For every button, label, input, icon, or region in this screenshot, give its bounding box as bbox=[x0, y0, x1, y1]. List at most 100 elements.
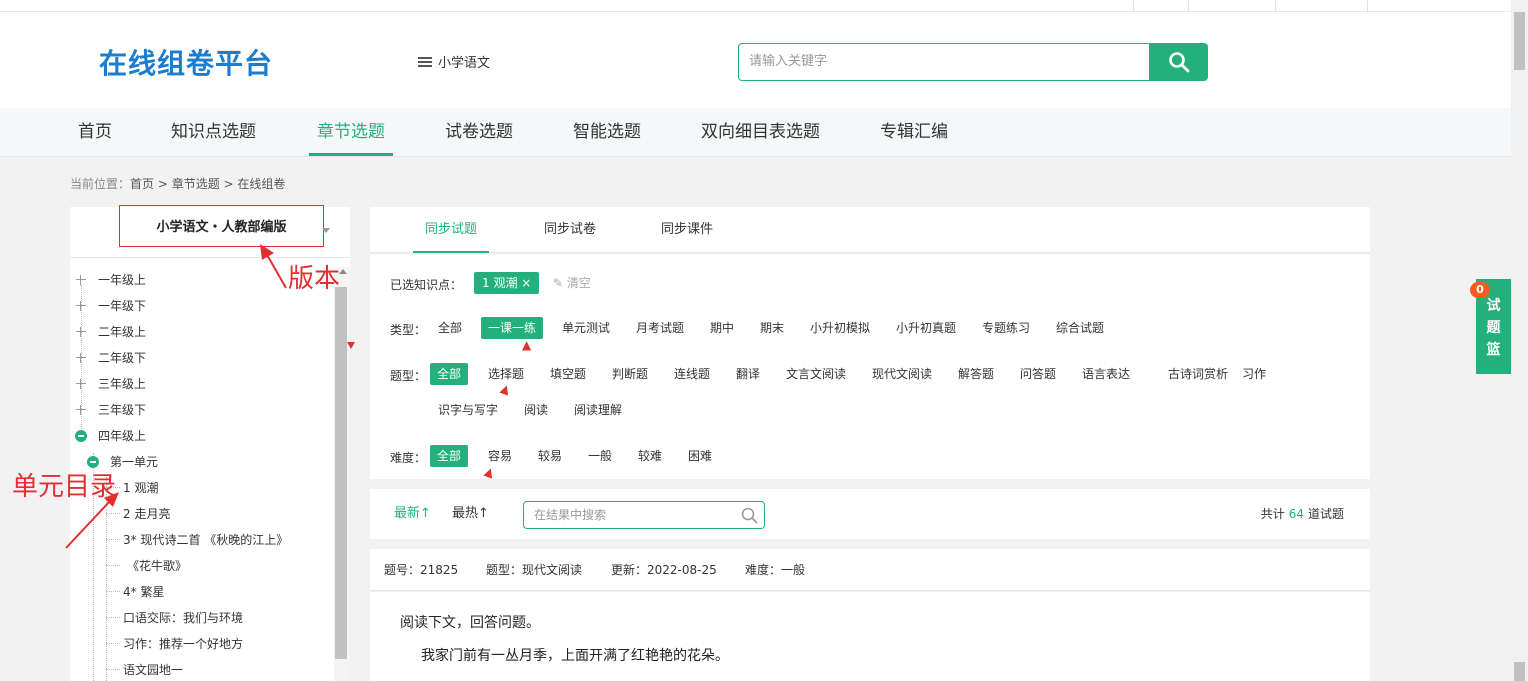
subject-label: 小学语文 bbox=[438, 56, 491, 71]
page-scrollbar-handle[interactable] bbox=[1514, 662, 1525, 681]
qtype-option[interactable]: 语言表达 bbox=[1075, 363, 1137, 385]
qtype-option[interactable]: 解答题 bbox=[951, 363, 1001, 385]
tree-leaf-oral[interactable]: 口语交际：我们与环境 bbox=[123, 608, 243, 628]
tree-node-grade2-down[interactable]: 二年级下 bbox=[76, 348, 276, 368]
qtype-option[interactable]: 文言文阅读 bbox=[779, 363, 853, 385]
difficulty-option[interactable]: 一般 bbox=[581, 445, 619, 467]
tree-leaf-lesson3b[interactable]: 《花牛歌》 bbox=[127, 556, 187, 576]
selected-knowledge-tag[interactable]: 1 观潮 × bbox=[474, 272, 540, 294]
chevron-down-icon[interactable] bbox=[322, 228, 330, 233]
tab-sync-questions[interactable]: 同步试题 bbox=[413, 207, 490, 253]
qtype-option[interactable]: 阅读理解 bbox=[567, 399, 629, 421]
type-option[interactable]: 综合试题 bbox=[1049, 317, 1111, 339]
top-utility-strip bbox=[0, 0, 1511, 12]
breadcrumb: 当前位置：首页 > 章节选题 > 在线组卷 bbox=[70, 175, 285, 192]
expand-icon[interactable] bbox=[76, 327, 86, 337]
tree-leaf-lesson4[interactable]: 4* 繁星 bbox=[123, 582, 164, 602]
search-input[interactable]: 请输入关键字 bbox=[738, 43, 1150, 81]
question-difficulty: 难度：一般 bbox=[745, 563, 806, 577]
subject-selector[interactable]: 小学语文 bbox=[418, 52, 490, 71]
scroll-up-icon[interactable] bbox=[339, 269, 347, 274]
difficulty-option[interactable]: 困难 bbox=[681, 445, 719, 467]
tab-sync-papers[interactable]: 同步试卷 bbox=[544, 207, 596, 253]
site-logo[interactable]: 在线组卷平台 bbox=[99, 42, 273, 82]
search-icon bbox=[1168, 52, 1189, 73]
breadcrumb-chapter[interactable]: 章节选题 bbox=[172, 177, 220, 191]
tree-leaf-lesson2[interactable]: 2 走月亮 bbox=[123, 504, 170, 524]
tab-sync-courseware[interactable]: 同步课件 bbox=[661, 207, 713, 253]
nav-smart[interactable]: 智能选题 bbox=[573, 108, 641, 156]
expand-icon[interactable] bbox=[76, 275, 86, 285]
nav-album[interactable]: 专辑汇编 bbox=[880, 108, 948, 156]
broom-icon: ✎ bbox=[553, 276, 567, 290]
difficulty-label: 难度： bbox=[390, 451, 427, 465]
type-option[interactable]: 全部 bbox=[431, 317, 469, 339]
qtype-option[interactable]: 习作 bbox=[1235, 363, 1273, 385]
expand-icon[interactable] bbox=[76, 405, 86, 415]
qtype-option[interactable]: 填空题 bbox=[543, 363, 593, 385]
clear-button[interactable]: ✎ 清空 bbox=[553, 272, 591, 294]
qtype-option[interactable]: 问答题 bbox=[1013, 363, 1063, 385]
basket-count-badge: 0 bbox=[1470, 282, 1490, 298]
tree-leaf-lesson1[interactable]: 1 观潮 bbox=[123, 478, 158, 498]
qtype-option-selected[interactable]: 全部 bbox=[430, 363, 469, 385]
expand-icon[interactable] bbox=[76, 379, 86, 389]
tree-leaf-lesson3[interactable]: 3* 现代诗二首 《秋晚的江上》 bbox=[123, 530, 288, 550]
sort-bar: 最新↑ 最热↑ 在结果中搜索 共计 64 道试题 bbox=[370, 489, 1370, 539]
sort-hottest[interactable]: 最热↑ bbox=[452, 489, 489, 539]
version-selector[interactable]: 小学语文・人教部编版 bbox=[119, 205, 324, 247]
type-option[interactable]: 专题练习 bbox=[975, 317, 1037, 339]
qtype-option[interactable]: 古诗词赏析 bbox=[1161, 363, 1235, 385]
nav-paper[interactable]: 试卷选题 bbox=[445, 108, 513, 156]
qtype-option[interactable]: 识字与写字 bbox=[431, 399, 505, 421]
tree-node-grade2-up[interactable]: 二年级上 bbox=[76, 322, 276, 342]
nav-knowledge[interactable]: 知识点选题 bbox=[171, 108, 256, 156]
type-option[interactable]: 月考试题 bbox=[629, 317, 691, 339]
result-total: 共计 64 道试题 bbox=[1260, 507, 1344, 521]
difficulty-option[interactable]: 较易 bbox=[531, 445, 569, 467]
tree-leaf-writing[interactable]: 习作：推荐一个好地方 bbox=[123, 634, 243, 654]
qtype-option[interactable]: 阅读 bbox=[517, 399, 555, 421]
type-option-selected[interactable]: 一课一练 bbox=[481, 317, 544, 339]
result-search-input[interactable]: 在结果中搜索 bbox=[523, 501, 765, 529]
menu-icon bbox=[418, 56, 432, 67]
tree-node-grade4-up[interactable]: 四年级上 bbox=[75, 426, 275, 446]
search-button[interactable] bbox=[1149, 43, 1208, 81]
tree-node-grade1-up[interactable]: 一年级上 bbox=[76, 270, 276, 290]
collapse-icon[interactable] bbox=[75, 430, 87, 442]
resource-tabs: 同步试题 同步试卷 同步课件 bbox=[370, 207, 1370, 253]
sort-newest[interactable]: 最新↑ bbox=[394, 489, 431, 539]
tree-node-grade1-down[interactable]: 一年级下 bbox=[76, 296, 276, 316]
tree-scrollbar-thumb[interactable] bbox=[335, 287, 347, 659]
type-option[interactable]: 单元测试 bbox=[555, 317, 617, 339]
nav-home[interactable]: 首页 bbox=[78, 108, 112, 156]
qtype-option[interactable]: 翻译 bbox=[729, 363, 767, 385]
difficulty-option-selected[interactable]: 全部 bbox=[430, 445, 469, 467]
tree-node-grade3-up[interactable]: 三年级上 bbox=[76, 374, 276, 394]
tree-node-grade3-down[interactable]: 三年级下 bbox=[76, 400, 276, 420]
annotation-unit: 单元目录 bbox=[12, 472, 117, 502]
qtype-option[interactable]: 判断题 bbox=[605, 363, 655, 385]
expand-icon[interactable] bbox=[76, 353, 86, 363]
type-option[interactable]: 小升初模拟 bbox=[803, 317, 877, 339]
qtype-option[interactable]: 连线题 bbox=[667, 363, 717, 385]
type-option[interactable]: 小升初真题 bbox=[889, 317, 963, 339]
breadcrumb-home[interactable]: 首页 bbox=[130, 177, 154, 191]
nav-spec-table[interactable]: 双向细目表选题 bbox=[701, 108, 820, 156]
question-passage: 我家门前有一丛月季，上面开满了红艳艳的花朵。 bbox=[421, 648, 729, 664]
red-marker-icon bbox=[347, 342, 355, 349]
question-updated: 更新：2022-08-25 bbox=[611, 563, 717, 577]
nav-chapter[interactable]: 章节选题 bbox=[309, 108, 393, 156]
qtype-option[interactable]: 现代文阅读 bbox=[865, 363, 939, 385]
main-nav: 首页 知识点选题 章节选题 试卷选题 智能选题 双向细目表选题 专辑汇编 bbox=[0, 108, 1511, 157]
tree-node-unit1[interactable]: 第一单元 bbox=[87, 452, 287, 472]
search-icon[interactable] bbox=[741, 507, 758, 524]
tree-leaf-garden[interactable]: 语文园地一 bbox=[123, 660, 183, 680]
expand-icon[interactable] bbox=[76, 301, 86, 311]
page-scrollbar-thumb[interactable] bbox=[1514, 12, 1525, 70]
type-option[interactable]: 期中 bbox=[703, 317, 741, 339]
difficulty-option[interactable]: 较难 bbox=[631, 445, 669, 467]
type-option[interactable]: 期末 bbox=[753, 317, 791, 339]
page-scrollbar[interactable] bbox=[1511, 0, 1528, 681]
question-body: 阅读下文，回答问题。 我家门前有一丛月季，上面开满了红艳艳的花朵。 bbox=[370, 592, 1370, 681]
